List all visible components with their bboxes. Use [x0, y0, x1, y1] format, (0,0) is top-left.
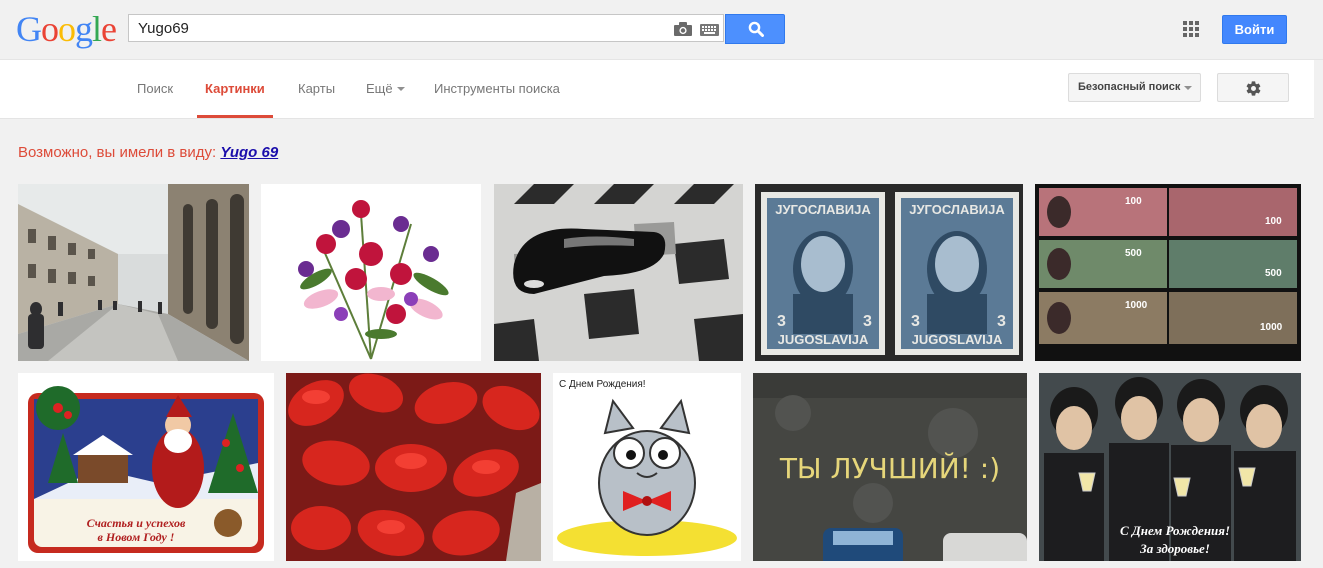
google-logo[interactable]: Google	[16, 9, 117, 49]
tab-maps[interactable]: Карты	[298, 60, 335, 118]
stamp-value: 3	[911, 313, 920, 330]
stamp-value: 3	[863, 313, 872, 330]
stamp-top-text: ЈУГОСЛАВИЈА	[909, 202, 1005, 217]
apps-grid-icon[interactable]	[1183, 21, 1199, 42]
banknote-value: 500	[1265, 268, 1282, 279]
search-icon	[748, 21, 764, 37]
right-edge	[1314, 60, 1323, 568]
gear-icon	[1246, 81, 1261, 96]
logo-letter: o	[41, 9, 59, 49]
stamp-bottom-text: JUGOSLAVIJA	[912, 332, 1003, 347]
image-result-red-tulips[interactable]	[286, 373, 541, 561]
chevron-down-icon	[396, 87, 405, 91]
spelling-suggestion: Возможно, вы имели в виду: Yugo 69	[18, 144, 278, 161]
search-input[interactable]	[129, 15, 659, 41]
logo-letter: G	[16, 9, 42, 49]
image-result-beatles-toast[interactable]: С Днем Рождения! За здоровье!	[1039, 373, 1301, 561]
tab-search-tools[interactable]: Инструменты поиска	[434, 60, 560, 118]
suggestion-prefix: Возможно, вы имели в виду:	[18, 144, 217, 161]
search-button[interactable]	[725, 14, 785, 44]
nav-bar: Поиск Картинки Карты Ещё Инструменты пои…	[0, 60, 1314, 119]
logo-letter: o	[58, 9, 76, 49]
stamp-value: 3	[777, 313, 786, 330]
banknote-value: 1000	[1125, 300, 1148, 311]
logo-letter: e	[101, 9, 117, 49]
safe-search-label: Безопасный поиск	[1078, 81, 1181, 93]
image-result-yugoslavia-stamps[interactable]: ЈУГОСЛАВИЈА ЈУГОСЛАВИЈА JUGOSLAVIJA JUGO…	[755, 184, 1023, 361]
logo-letter: l	[92, 9, 102, 49]
banknote-value: 100	[1125, 196, 1142, 207]
banknote-value: 1000	[1260, 322, 1283, 333]
image-result-shoe-on-tiles[interactable]	[494, 184, 743, 361]
image-result-chalk-on-asphalt[interactable]: ТЫ ЛУЧШИЙ! :)	[753, 373, 1027, 561]
image-result-banknotes[interactable]: 100 100 500 500 1000 1000	[1035, 184, 1301, 361]
settings-button[interactable]	[1217, 73, 1289, 102]
card-caption-line1: Счастья и успехов	[87, 516, 186, 530]
top-bar: Google Yugo69 Войти	[0, 0, 1323, 60]
stamp-value: 3	[997, 313, 1006, 330]
image-result-new-year-card[interactable]: Счастья и успехов в Новом Году !	[18, 373, 274, 561]
card-caption-line1: С Днем Рождения!	[1120, 523, 1230, 538]
keyboard-icon[interactable]	[700, 23, 719, 41]
card-caption-line2: в Новом Году !	[98, 530, 175, 544]
stamp-top-text: ЈУГОСЛАВИЈА	[775, 202, 871, 217]
chevron-down-icon	[1184, 86, 1192, 90]
banknote-value: 500	[1125, 248, 1142, 259]
stamp-bottom-text: JUGOSLAVIJA	[778, 332, 869, 347]
image-result-birthday-cat[interactable]: С Днем Рождения!	[553, 373, 741, 561]
tab-more[interactable]: Ещё	[366, 60, 405, 118]
image-result-flower-bouquet[interactable]	[261, 184, 481, 361]
image-result-old-town-street[interactable]	[18, 184, 249, 361]
camera-icon[interactable]	[674, 22, 692, 41]
safe-search-dropdown[interactable]: Безопасный поиск	[1068, 73, 1201, 102]
sign-in-button[interactable]: Войти	[1222, 15, 1287, 44]
tab-images[interactable]: Картинки	[197, 60, 273, 118]
banknote-value: 100	[1265, 216, 1282, 227]
card-caption: С Днем Рождения!	[559, 379, 646, 390]
logo-letter: g	[75, 9, 93, 49]
search-box	[128, 14, 724, 42]
tab-search[interactable]: Поиск	[137, 60, 173, 118]
card-caption-line2: За здоровье!	[1139, 541, 1210, 556]
chalk-text: ТЫ ЛУЧШИЙ! :)	[779, 451, 1000, 485]
suggestion-link[interactable]: Yugo 69	[220, 144, 278, 161]
tab-more-label: Ещё	[366, 81, 393, 96]
